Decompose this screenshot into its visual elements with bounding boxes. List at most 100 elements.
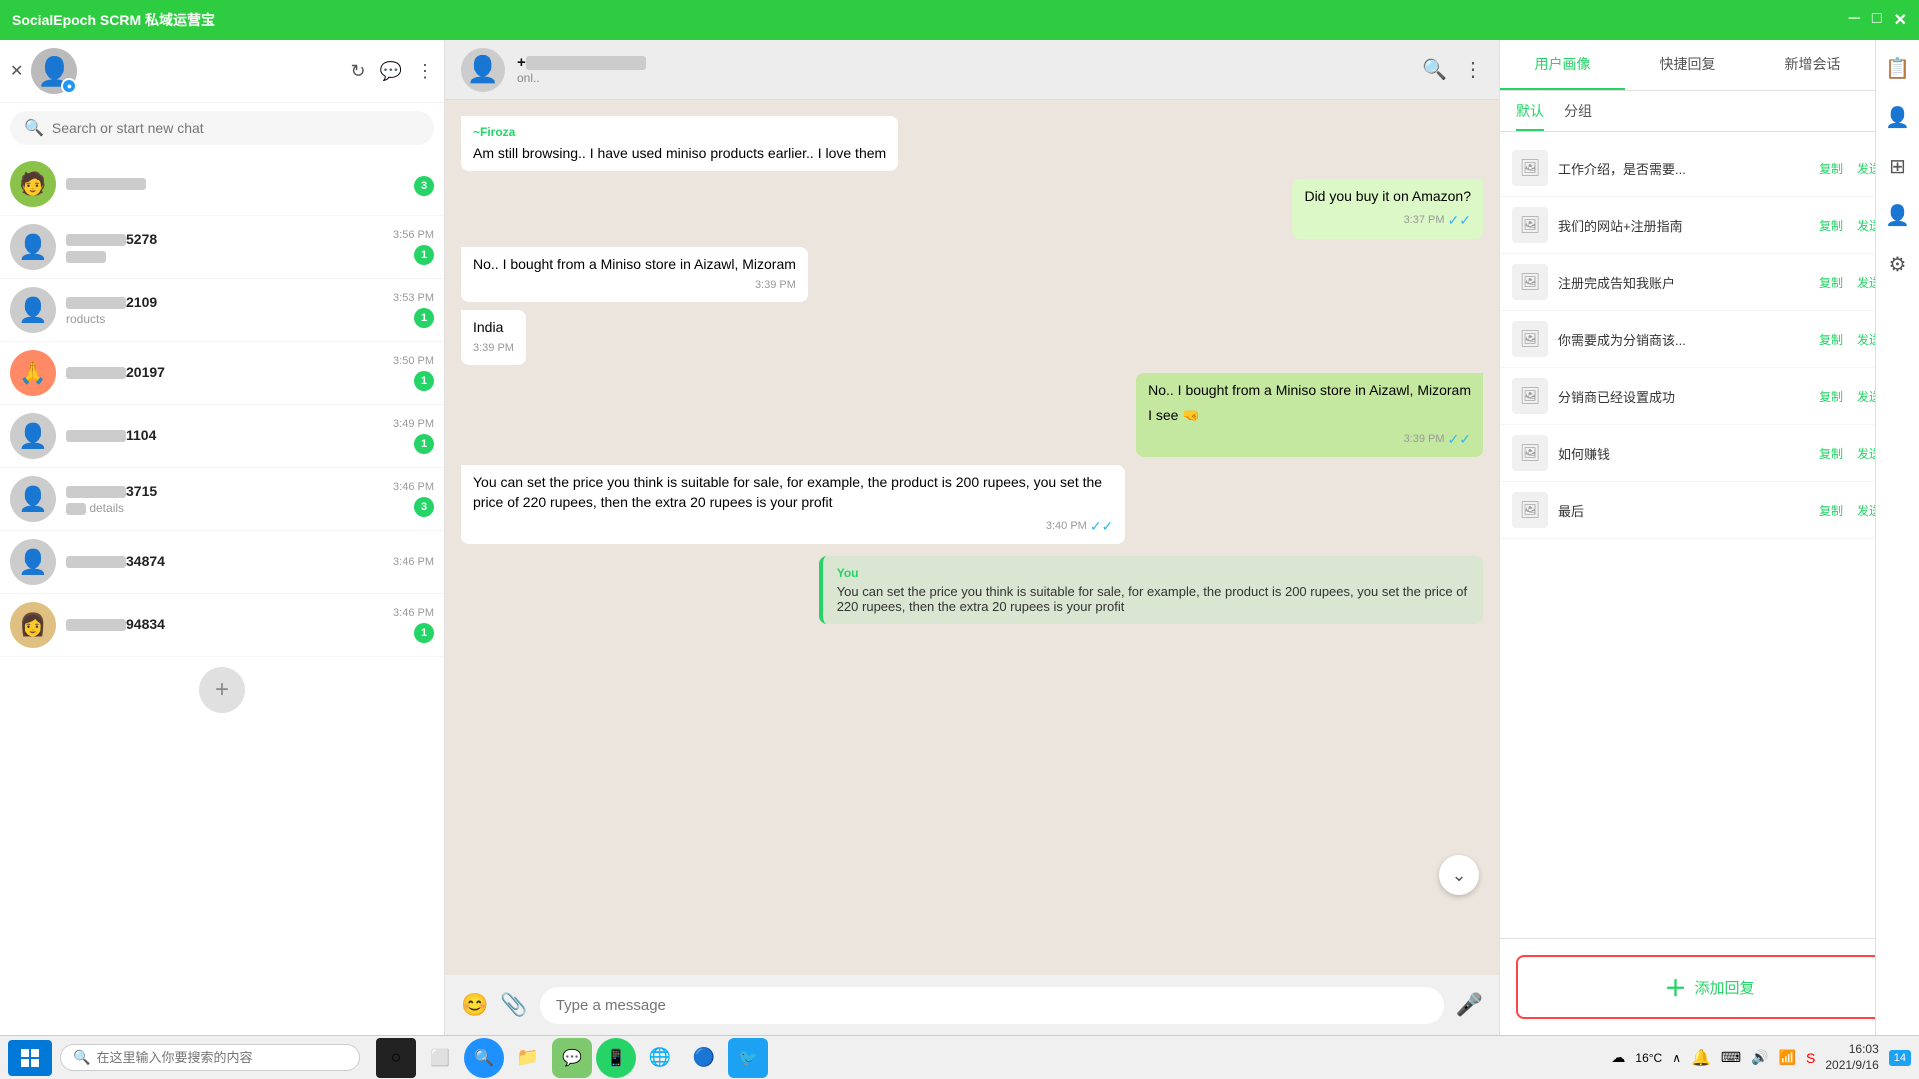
list-item[interactable]: 👤 5278 3:56 PM 1 xyxy=(0,216,444,279)
quick-reply-item: 🖼 如何赚钱 复制 发送 ⋮ xyxy=(1500,425,1919,482)
quick-reply-item: 🖼 我们的网站+注册指南 复制 发送 ⋮ xyxy=(1500,197,1919,254)
taskbar-search: 🔍 xyxy=(60,1044,360,1071)
chat-meta: 3:49 PM 1 xyxy=(393,418,434,454)
network-icon[interactable]: 📶 xyxy=(1779,1049,1796,1066)
list-item[interactable]: 👩 94834 3:46 PM 1 xyxy=(0,594,444,657)
apps-icon[interactable]: ⊞ xyxy=(1889,154,1906,179)
chat-meta: 3:46 PM 1 xyxy=(393,607,434,643)
list-item[interactable]: 👤 3715 details 3:46 PM 3 xyxy=(0,468,444,531)
copy-button[interactable]: 复制 xyxy=(1815,329,1847,350)
message-input[interactable] xyxy=(540,987,1444,1024)
taskbar-app-whatsapp[interactable]: 📱 xyxy=(596,1038,636,1078)
copy-button[interactable]: 复制 xyxy=(1815,215,1847,236)
chat-info: 20197 xyxy=(66,364,383,382)
chat-badge: 1 xyxy=(414,623,434,643)
right-panel-header: 用户画像 快捷回复 新增会话 ⋯ 默认 分组 👤 xyxy=(1500,40,1919,132)
copy-button[interactable]: 复制 xyxy=(1815,500,1847,521)
taskbar-app-circle[interactable]: ○ xyxy=(376,1038,416,1078)
chat-name: 94834 xyxy=(66,616,383,632)
chevron-up-icon[interactable]: ∧ xyxy=(1672,1051,1681,1065)
taskbar-system-icons: ☁ 16°C ∧ 🔔 ⌨ 🔊 📶 S 16:03 2021/9/16 14 xyxy=(1611,1042,1911,1073)
window-controls[interactable]: ─ □ ✕ xyxy=(1849,10,1907,30)
clock-time: 16:03 xyxy=(1825,1042,1878,1058)
chat-badge: 3 xyxy=(414,176,434,196)
taskbar-app-bird[interactable]: 🐦 xyxy=(728,1038,768,1078)
copy-button[interactable]: 复制 xyxy=(1815,158,1847,179)
preview-sender: You xyxy=(837,566,1469,580)
tab-quick-reply[interactable]: 快捷回复 xyxy=(1625,40,1750,90)
list-item[interactable]: 🙏 20197 3:50 PM 1 xyxy=(0,342,444,405)
avatar[interactable]: 👤 ● xyxy=(31,48,77,94)
refresh-icon[interactable]: ↻ xyxy=(350,61,365,82)
keyboard-icon[interactable]: ⌨ xyxy=(1721,1049,1741,1066)
message-time: 3:40 PM ✓✓ xyxy=(473,517,1113,537)
tab-user-profile[interactable]: 用户画像 xyxy=(1500,40,1625,90)
scrm-icon[interactable]: S xyxy=(1806,1050,1815,1066)
notification-icon[interactable]: 🔔 xyxy=(1691,1048,1711,1068)
contacts-icon[interactable]: 👤 xyxy=(1885,105,1910,130)
add-chat-button[interactable]: + xyxy=(199,667,245,713)
avatar-badge: ● xyxy=(61,78,77,94)
taskbar: 🔍 ○ ⬜ 🔍 📁 💬 📱 🌐 🔵 🐦 ☁ xyxy=(0,1035,1919,1079)
chat-badge: 1 xyxy=(414,434,434,454)
taskbar-app-folder[interactable]: 📁 xyxy=(508,1038,548,1078)
message-bubble: No.. I bought from a Miniso store in Aiz… xyxy=(1136,373,1483,458)
message-time: 3:39 PM xyxy=(473,341,514,356)
taskbar-app-search2[interactable]: 🔍 xyxy=(464,1038,504,1078)
notification-count[interactable]: 14 xyxy=(1889,1050,1911,1066)
maximize-button[interactable]: □ xyxy=(1872,10,1882,30)
chat-preview: details xyxy=(66,501,383,515)
quick-reply-list: 🖼 工作介绍，是否需要... 复制 发送 ⋮ 🖼 我们的网站+注册指南 复制 发… xyxy=(1500,132,1919,938)
list-item[interactable]: 👤 2109 roducts 3:53 PM 1 xyxy=(0,279,444,342)
copy-button[interactable]: 复制 xyxy=(1815,443,1847,464)
chat-info xyxy=(66,175,404,193)
volume-icon[interactable]: 🔊 xyxy=(1751,1049,1768,1066)
tag-tab-default[interactable]: 默认 xyxy=(1516,101,1544,131)
taskbar-search-input[interactable] xyxy=(96,1050,347,1065)
template-icon[interactable]: 📋 xyxy=(1885,56,1910,81)
quick-reply-item: 🖼 你需要成为分销商该... 复制 发送 ⋮ xyxy=(1500,311,1919,368)
copy-button[interactable]: 复制 xyxy=(1815,272,1847,293)
qr-image-icon: 🖼 xyxy=(1512,492,1548,528)
chat-meta: 3:50 PM 1 xyxy=(393,355,434,391)
close-sidebar-icon[interactable]: ✕ xyxy=(10,61,23,81)
qr-text: 如何赚钱 xyxy=(1558,444,1805,463)
minimize-button[interactable]: ─ xyxy=(1849,10,1860,30)
typing-area: 😊 📎 🎤 xyxy=(445,975,1499,1035)
emoji-icon[interactable]: 😊 xyxy=(461,992,488,1018)
list-item[interactable]: 👤 1104 3:49 PM 1 xyxy=(0,405,444,468)
start-button[interactable] xyxy=(8,1040,52,1076)
list-item[interactable]: 🧑 3 xyxy=(0,153,444,216)
chat-name: 20197 xyxy=(66,364,383,380)
taskbar-app-window[interactable]: ⬜ xyxy=(420,1038,460,1078)
message-time: 3:39 PM xyxy=(473,278,796,293)
contact-avatar: 👤 xyxy=(461,48,505,92)
chat-time: 3:46 PM xyxy=(393,607,434,619)
chat-badge: 3 xyxy=(414,497,434,517)
message-sender: ~Firoza xyxy=(473,124,886,141)
close-button[interactable]: ✕ xyxy=(1894,10,1907,30)
clock-date: 2021/9/16 xyxy=(1825,1058,1878,1074)
taskbar-app-edge[interactable]: 🌐 xyxy=(640,1038,680,1078)
tab-new-chat[interactable]: 新增会话 xyxy=(1750,40,1875,90)
taskbar-app-wechat[interactable]: 💬 xyxy=(552,1038,592,1078)
taskbar-app-chrome[interactable]: 🔵 xyxy=(684,1038,724,1078)
more-options-icon[interactable]: ⋮ xyxy=(1463,57,1483,82)
chat-name xyxy=(66,175,404,191)
settings-icon[interactable]: ⚙ xyxy=(1889,252,1907,277)
search-chat-icon[interactable]: 🔍 xyxy=(1422,57,1447,82)
attach-icon[interactable]: 📎 xyxy=(500,992,527,1018)
chat-icon[interactable]: 💬 xyxy=(380,61,402,82)
mic-icon[interactable]: 🎤 xyxy=(1456,992,1483,1018)
tag-tab-group[interactable]: 分组 xyxy=(1564,101,1592,131)
more-icon[interactable]: ⋮ xyxy=(416,61,434,82)
search-input[interactable] xyxy=(52,120,420,136)
chat-name: 3715 xyxy=(66,483,383,499)
user-icon[interactable]: 👤 xyxy=(1885,203,1910,228)
add-reply-button[interactable]: ＋ 添加回复 xyxy=(1516,955,1903,1019)
list-item[interactable]: 👤 34874 3:46 PM xyxy=(0,531,444,594)
scroll-down-button[interactable]: ⌄ xyxy=(1439,855,1479,895)
search-icon: 🔍 xyxy=(24,118,44,138)
qr-text: 最后 xyxy=(1558,501,1805,520)
copy-button[interactable]: 复制 xyxy=(1815,386,1847,407)
